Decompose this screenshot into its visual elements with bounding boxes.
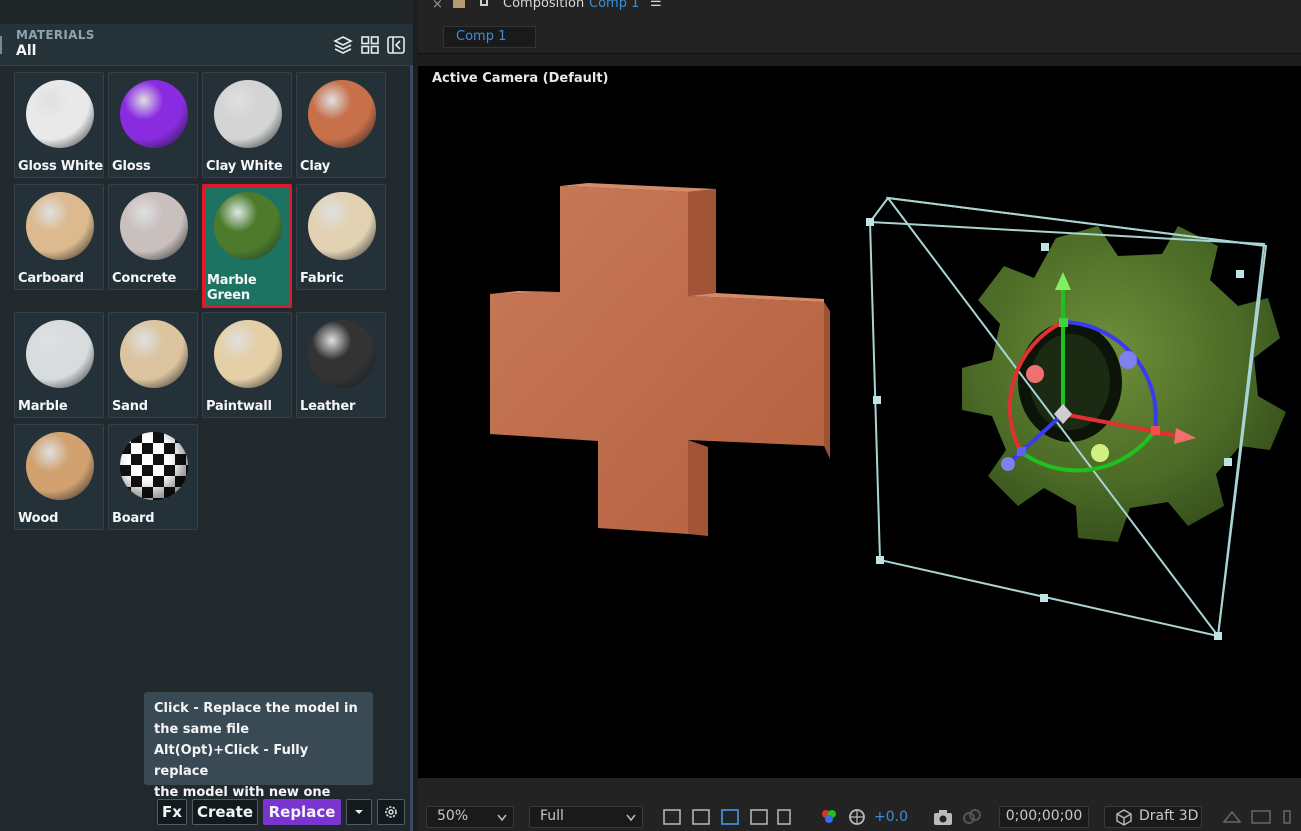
material-sphere-preview [26,192,94,260]
material-tile[interactable]: Gloss White [14,72,104,178]
material-sphere-preview [120,192,188,260]
material-tile[interactable]: Leather [296,312,386,418]
material-tile[interactable]: Carboard [14,184,104,290]
panel-filter-label: All [16,43,37,59]
replace-dropdown-button[interactable] [346,799,372,825]
cross-model[interactable] [490,183,830,536]
material-label: Clay White [206,159,283,174]
resolution-value: Full [540,808,564,824]
exposure-icon[interactable] [848,808,866,826]
exposure-value[interactable]: +0.0 [874,809,908,825]
chevron-down-icon [497,814,507,822]
material-tile[interactable]: Clay White [202,72,292,178]
replace-tooltip: Click - Replace the model in the same fi… [144,692,373,800]
layers-icon[interactable] [333,35,353,55]
mask-path-icon [721,809,739,825]
cube-icon [1116,809,1132,826]
chevron-down-icon [355,810,363,814]
resolution-dropdown[interactable]: Full [529,806,643,828]
material-sphere-preview [214,192,282,260]
material-tile[interactable]: Fabric [296,184,386,290]
materials-header: MATERIALS All [0,24,413,66]
material-sphere-preview [26,80,94,148]
fast-preview-icon [663,809,681,825]
material-label: Marble Green [207,273,257,303]
chevron-down-icon [626,814,636,822]
3d-view-icons[interactable] [1222,808,1292,826]
material-label: Concrete [112,271,177,286]
material-label: Gloss [112,159,151,174]
close-tab-icon[interactable]: × [432,0,443,12]
grid-guides-icon [777,809,791,825]
tooltip-line: Alt(Opt)+Click - Fully replace [154,743,309,779]
composition-viewer[interactable] [418,66,1301,778]
snapshot-camera-icon[interactable] [932,808,954,826]
collapse-panel-icon[interactable] [386,35,406,55]
view-options-icons[interactable] [662,808,792,828]
gear-icon [385,806,397,818]
color-channels-icon[interactable] [820,808,840,826]
material-sphere-preview [308,80,376,148]
material-label: Gloss White [18,159,103,174]
material-label: Leather [300,399,356,414]
material-tile[interactable]: Concrete [108,184,198,290]
material-tile[interactable]: Marble Green [202,184,292,308]
panel-menu-icon[interactable]: ☰ [650,0,662,10]
material-tile[interactable]: Sand [108,312,198,418]
material-sphere-preview [120,80,188,148]
composition-label: Composition [503,0,585,11]
tooltip-line: the same file [154,722,250,737]
material-tile[interactable]: Board [108,424,198,530]
panel-top-strip [0,0,413,24]
zoom-dropdown[interactable]: 50% [426,806,514,828]
region-of-interest-icon [750,809,768,825]
header-accent [0,36,2,54]
timecode-display[interactable]: 0;00;00;00 [999,806,1089,828]
lock-icon[interactable] [480,0,488,6]
scene-render [490,183,1286,640]
material-label: Board [112,511,155,526]
material-tile[interactable]: Wood [14,424,104,530]
tooltip-line: Click - Replace the model in [154,701,358,716]
transparency-grid-icon [692,809,710,825]
composition-name[interactable]: Comp 1 [589,0,639,11]
settings-button[interactable] [377,799,405,825]
material-sphere-preview [120,320,188,388]
material-sphere-preview [214,320,282,388]
renderer-label: Draft 3D [1139,808,1199,824]
composition-subbar [418,14,1301,54]
material-sphere-preview [26,320,94,388]
comp-tab-chip[interactable]: Comp 1 [443,26,536,48]
material-sphere-preview [308,320,376,388]
panel-title: MATERIALS [16,28,95,42]
material-sphere-preview [120,432,188,500]
3d-ground-plane-icon [1222,810,1242,823]
material-label: Marble [18,399,68,414]
3d-view-layout-icon [1251,810,1271,824]
material-tile[interactable]: Gloss [108,72,198,178]
material-label: Fabric [300,271,344,286]
grid-icon[interactable] [360,35,380,55]
material-sphere-preview [308,192,376,260]
material-label: Paintwall [206,399,272,414]
material-tile[interactable]: Paintwall [202,312,292,418]
material-sphere-preview [214,80,282,148]
show-snapshot-icon[interactable] [962,808,982,826]
panel-scrollbar[interactable] [410,66,413,831]
material-sphere-preview [26,432,94,500]
material-label: Clay [300,159,331,174]
zoom-value: 50% [437,808,469,824]
composition-tab-bar: × Composition Comp 1 ☰ [418,0,1301,14]
material-tile[interactable]: Marble [14,312,104,418]
renderer-button[interactable]: Draft 3D [1104,806,1202,828]
material-label: Sand [112,399,148,414]
create-button[interactable]: Create [192,799,258,825]
material-label: Wood [18,511,59,526]
material-tile[interactable]: Clay [296,72,386,178]
fx-button[interactable]: Fx [157,799,187,825]
material-label: Carboard [18,271,84,286]
folder-icon [453,0,465,8]
replace-button[interactable]: Replace [263,799,341,825]
active-camera-label: Active Camera (Default) [432,71,609,86]
